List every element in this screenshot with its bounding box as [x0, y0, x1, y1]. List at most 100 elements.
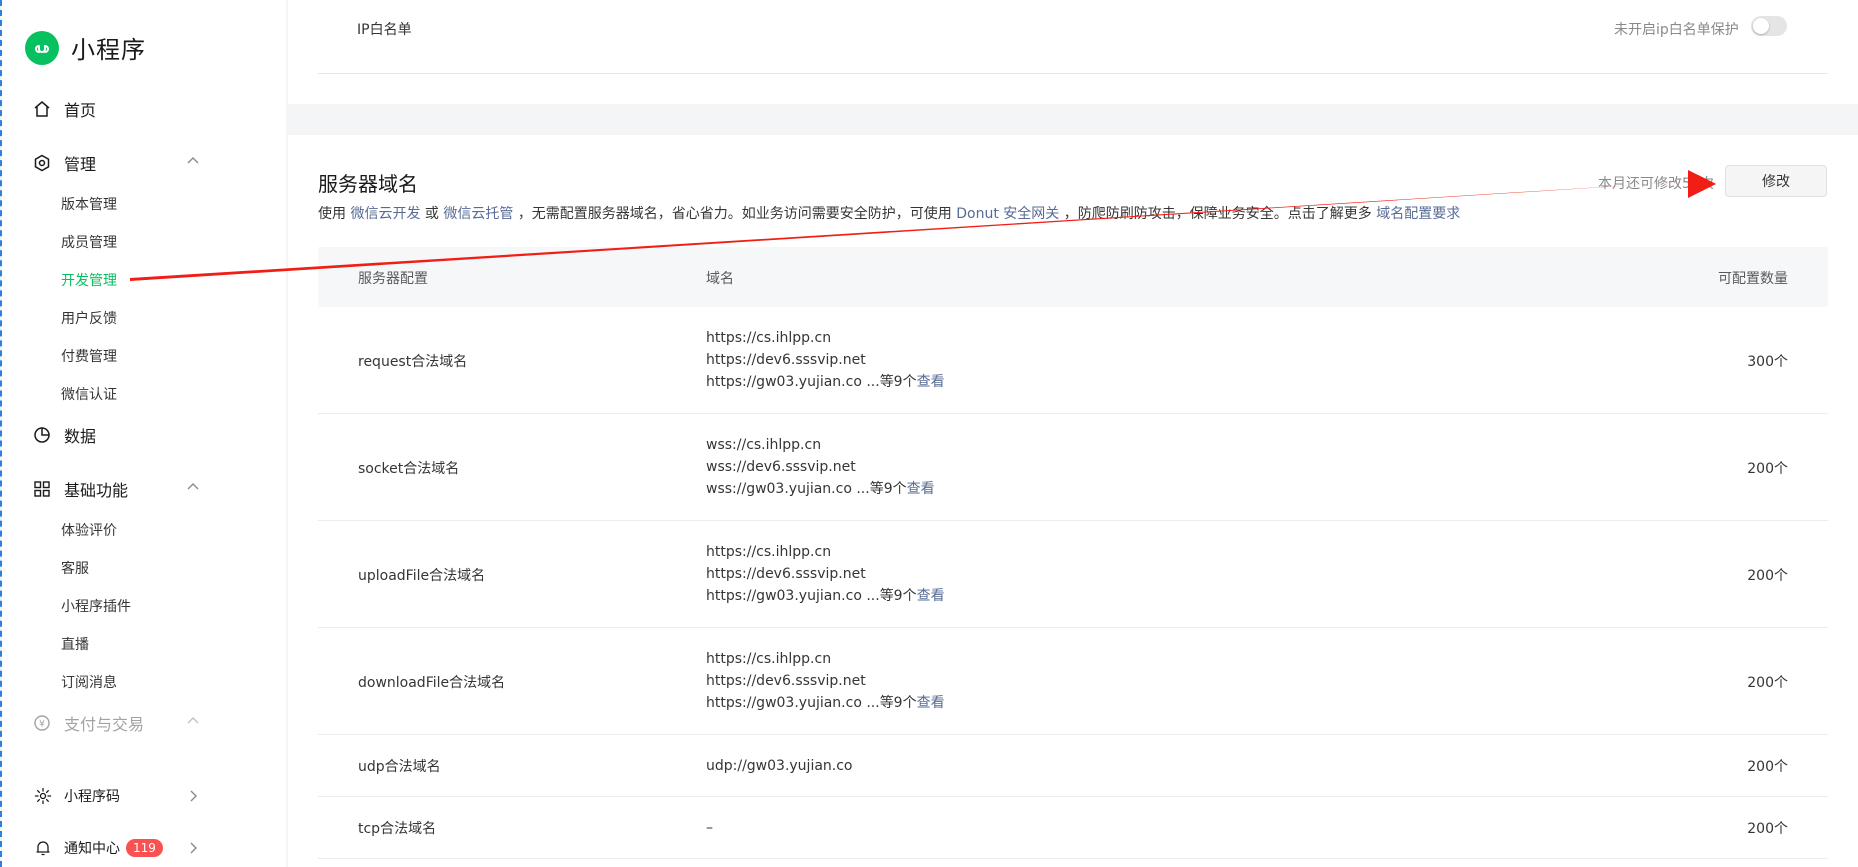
grid-apps-icon: [32, 479, 52, 499]
home-icon: [32, 99, 52, 119]
sidebar-item-billing[interactable]: 付费管理: [61, 346, 117, 366]
section-description: 使用 微信云开发 或 微信云托管 ，无需配置服务器域名，省心省力。如业务访问需要…: [318, 203, 1460, 223]
edit-button[interactable]: 修改: [1725, 165, 1827, 197]
pie-chart-icon: [32, 425, 52, 445]
notification-count-badge: 119: [126, 839, 163, 857]
column-header-count: 可配置数量: [1718, 271, 1788, 287]
app-title: 小程序: [71, 36, 146, 64]
chevron-up-icon[interactable]: [183, 151, 203, 171]
nav-basic-label: 基础功能: [64, 481, 129, 500]
domain-table: 服务器配置 域名 可配置数量 request合法域名 https://cs.ih…: [318, 247, 1828, 859]
sidebar-item-version[interactable]: 版本管理: [61, 194, 117, 214]
cloud-dev-link[interactable]: 微信云开发: [350, 206, 420, 222]
nav-payment[interactable]: ¥ 支付与交易: [32, 711, 144, 735]
brand[interactable]: 小程序: [25, 30, 146, 65]
miniprogram-code-icon: [34, 787, 52, 805]
nav-manage-label: 管理: [64, 155, 97, 174]
nav-notify-label: 通知中心: [64, 841, 120, 857]
row-config-name: tcp合法域名: [358, 821, 437, 837]
domain-entry: https://cs.ihlpp.cn: [706, 544, 832, 560]
row-config-name: downloadFile合法域名: [358, 675, 506, 691]
nav-basic[interactable]: 基础功能: [32, 477, 128, 501]
column-header-domain: 域名: [706, 271, 734, 287]
domain-entry: https://dev6.sssvip.net: [706, 352, 866, 368]
toggle-knob: [1753, 18, 1769, 34]
sidebar-item-customer-service[interactable]: 客服: [61, 558, 89, 578]
sidebar-item-members[interactable]: 成员管理: [61, 232, 117, 252]
nav-qrcode[interactable]: 小程序码: [34, 786, 120, 806]
row-domain-list: wss://cs.ihlpp.cn wss://dev6.sssvip.net …: [706, 434, 935, 500]
row-domain-list: https://cs.ihlpp.cn https://dev6.sssvip.…: [706, 541, 945, 607]
manage-hexagon-icon: [32, 153, 52, 173]
ip-whitelist-toggle[interactable]: [1751, 16, 1787, 36]
chevron-right-icon[interactable]: [183, 786, 203, 806]
nav-notify[interactable]: 通知中心 119: [34, 838, 163, 858]
row-config-name: udp合法域名: [358, 759, 441, 775]
domain-entry: –: [706, 820, 713, 836]
row-domain-list: https://cs.ihlpp.cn https://dev6.sssvip.…: [706, 327, 945, 393]
section-title: 服务器域名: [318, 172, 418, 196]
row-count: 200个: [1747, 461, 1788, 477]
row-config-name: socket合法域名: [358, 461, 460, 477]
domain-entry: https://dev6.sssvip.net: [706, 566, 866, 582]
sidebar-item-plugins[interactable]: 小程序插件: [61, 596, 131, 616]
table-row: downloadFile合法域名 https://cs.ihlpp.cn htt…: [318, 628, 1828, 735]
view-all-link[interactable]: 查看: [917, 695, 945, 711]
sidebar-item-subscribe[interactable]: 订阅消息: [61, 672, 117, 692]
chevron-up-icon[interactable]: [183, 711, 203, 731]
domain-entry-summary: wss://gw03.yujian.co ...等9个查看: [706, 478, 935, 500]
domain-entry-summary: https://gw03.yujian.co ...等9个查看: [706, 585, 945, 607]
row-domain-list: –: [706, 817, 713, 839]
ip-whitelist-status: 未开启ip白名单保护: [1614, 22, 1739, 38]
row-count: 200个: [1747, 759, 1788, 775]
ip-whitelist-label: IP白名单: [357, 22, 412, 38]
domain-entry-summary: https://gw03.yujian.co ...等9个查看: [706, 692, 945, 714]
domain-entry: https://gw03.yujian.co ...等9个: [706, 588, 917, 604]
sidebar: 小程序 首页 管理 版本管理 成员管理 开发管理 用户反馈 付费管理 微信认证 …: [2, 0, 286, 867]
yen-coin-icon: ¥: [32, 713, 52, 733]
sidebar-item-feedback[interactable]: 用户反馈: [61, 308, 117, 328]
nav-payment-label: 支付与交易: [64, 715, 145, 734]
divider: [318, 73, 1828, 74]
sidebar-item-review[interactable]: 体验评价: [61, 520, 117, 540]
row-count: 200个: [1747, 568, 1788, 584]
domain-requirements-link[interactable]: 域名配置要求: [1376, 206, 1460, 222]
domain-entry: wss://gw03.yujian.co ...等9个: [706, 481, 907, 497]
nav-home[interactable]: 首页: [32, 97, 96, 121]
chevron-up-icon[interactable]: [183, 477, 203, 497]
server-domain-panel: 服务器域名 使用 微信云开发 或 微信云托管 ，无需配置服务器域名，省心省力。如…: [288, 135, 1858, 867]
table-row: socket合法域名 wss://cs.ihlpp.cn wss://dev6.…: [318, 414, 1828, 521]
row-count: 300个: [1747, 354, 1788, 370]
sidebar-item-dev-manage[interactable]: 开发管理: [61, 270, 117, 290]
domain-entry: wss://cs.ihlpp.cn: [706, 437, 822, 453]
bell-icon: [34, 839, 52, 857]
desc-text: ，无需配置服务器域名，省心省力。如业务访问需要安全防护，可使用: [517, 206, 952, 222]
donut-gateway-link[interactable]: Donut 安全网关: [956, 206, 1059, 222]
sidebar-item-wechat-verify[interactable]: 微信认证: [61, 384, 117, 404]
table-row: udp合法域名 udp://gw03.yujian.co 200个: [318, 735, 1828, 797]
svg-text:¥: ¥: [39, 720, 45, 730]
column-header-config: 服务器配置: [358, 271, 428, 287]
domain-entry-summary: https://gw03.yujian.co ...等9个查看: [706, 371, 945, 393]
row-count: 200个: [1747, 821, 1788, 837]
nav-qrcode-label: 小程序码: [64, 789, 120, 805]
desc-text: 使用: [318, 206, 346, 222]
sidebar-item-live[interactable]: 直播: [61, 634, 89, 654]
remaining-edits-text: 本月还可修改50次: [1598, 176, 1714, 192]
chevron-right-icon[interactable]: [183, 838, 203, 858]
view-all-link[interactable]: 查看: [907, 481, 935, 497]
row-domain-list: udp://gw03.yujian.co: [706, 755, 853, 777]
domain-entry: https://cs.ihlpp.cn: [706, 330, 832, 346]
row-config-name: uploadFile合法域名: [358, 568, 486, 584]
row-domain-list: https://cs.ihlpp.cn https://dev6.sssvip.…: [706, 648, 945, 714]
domain-entry: wss://dev6.sssvip.net: [706, 459, 856, 475]
nav-data-label: 数据: [64, 427, 97, 446]
cloud-hosting-link[interactable]: 微信云托管: [443, 206, 513, 222]
nav-data[interactable]: 数据: [32, 423, 96, 447]
domain-entry: https://cs.ihlpp.cn: [706, 651, 832, 667]
view-all-link[interactable]: 查看: [917, 374, 945, 390]
nav-manage[interactable]: 管理: [32, 151, 96, 175]
domain-entry: https://gw03.yujian.co ...等9个: [706, 695, 917, 711]
miniprogram-logo-icon: [25, 30, 59, 65]
view-all-link[interactable]: 查看: [917, 588, 945, 604]
